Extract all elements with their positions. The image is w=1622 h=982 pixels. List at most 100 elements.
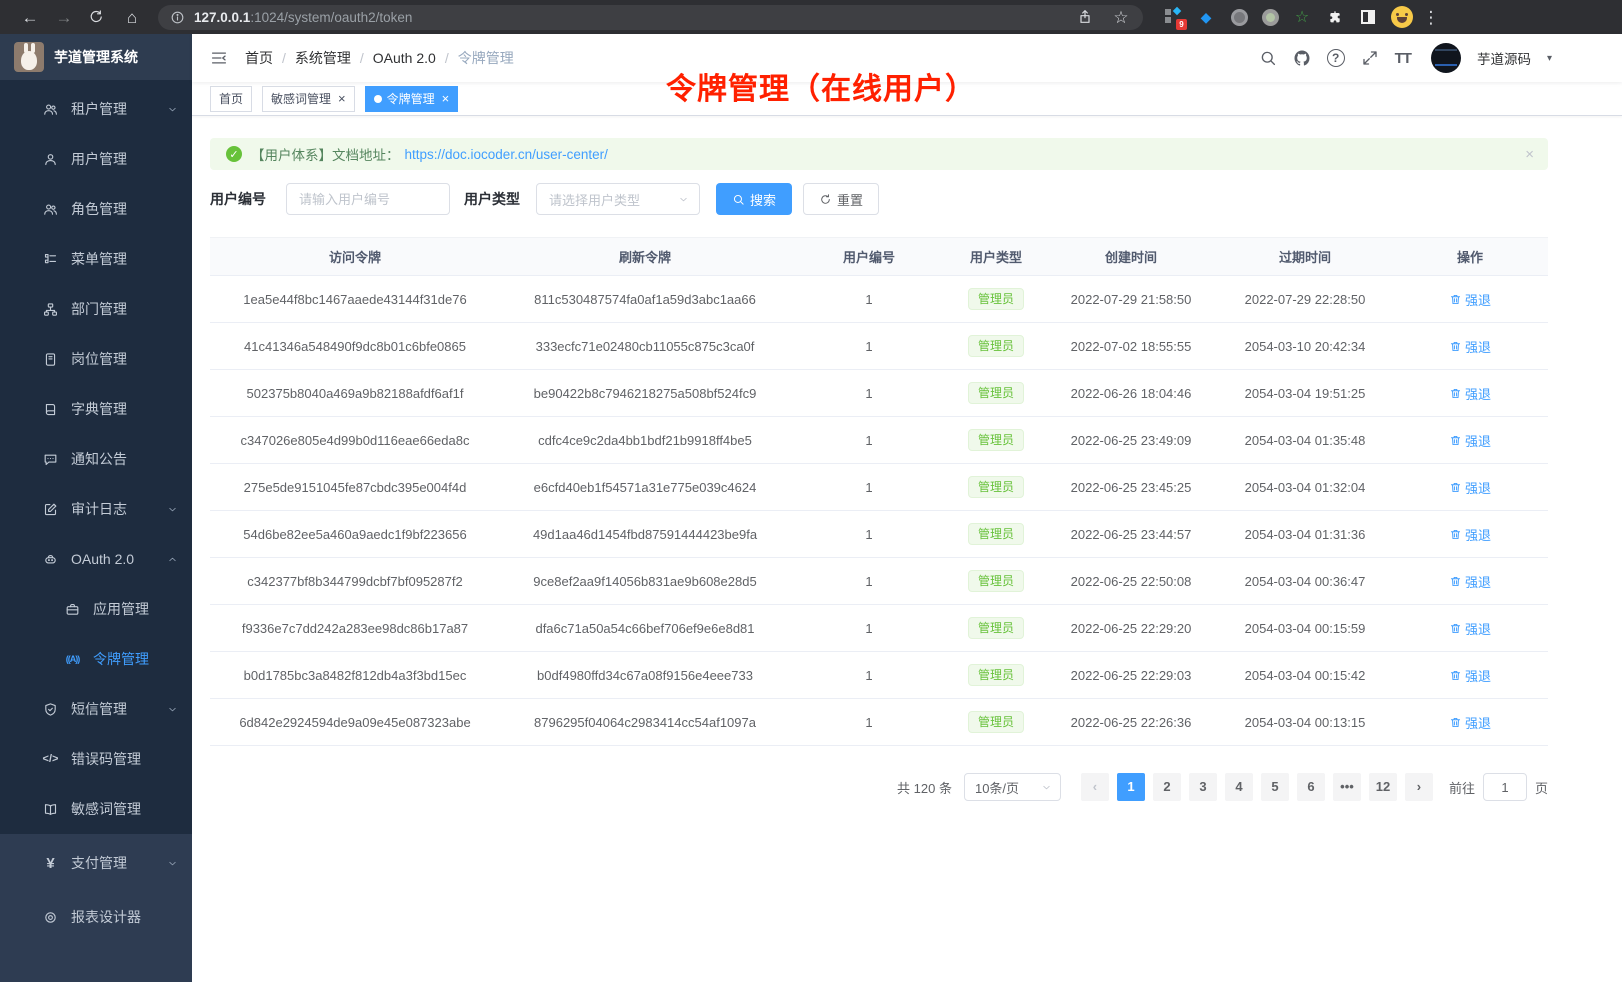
user-avatar[interactable]	[1431, 43, 1461, 73]
sidebar-item-pay[interactable]: ¥支付管理	[0, 836, 192, 890]
sidebar-item-report[interactable]: 报表设计器	[0, 890, 192, 944]
sidebar-item-sms[interactable]: 短信管理	[0, 684, 192, 734]
goto-page-input[interactable]	[1483, 773, 1527, 801]
user-type-select[interactable]: 请选择用户类型	[536, 183, 700, 215]
record-extension-icon[interactable]	[1262, 9, 1279, 26]
page-button-4[interactable]: 4	[1225, 773, 1253, 801]
access-token-cell: 41c41346a548490f9dc8b01c6bfe0865	[210, 323, 500, 370]
sidebar-item-dept[interactable]: 部门管理	[0, 284, 192, 334]
more-pages-icon[interactable]: •••	[1333, 773, 1361, 801]
sidebar-item-sensitive[interactable]: 敏感词管理	[0, 784, 192, 834]
table-header-row: 访问令牌刷新令牌用户编号用户类型创建时间过期时间操作	[210, 238, 1548, 276]
force-logout-button[interactable]: 强退	[1449, 290, 1491, 309]
force-logout-button[interactable]: 强退	[1449, 431, 1491, 450]
force-logout-button[interactable]: 强退	[1449, 384, 1491, 403]
blocks-extension-icon[interactable]: 9	[1163, 7, 1183, 27]
action-cell: 强退	[1392, 605, 1548, 652]
sidebar-item-dict[interactable]: 字典管理	[0, 384, 192, 434]
column-header: 操作	[1392, 238, 1548, 276]
trash-icon	[1449, 528, 1462, 541]
force-logout-button[interactable]: 强退	[1449, 337, 1491, 356]
splitview-icon[interactable]	[1358, 7, 1378, 27]
puzzle-extensions-icon[interactable]	[1325, 7, 1345, 27]
force-logout-button[interactable]: 强退	[1449, 572, 1491, 591]
force-logout-button[interactable]: 强退	[1449, 666, 1491, 685]
alert-close-icon[interactable]: ×	[1525, 146, 1534, 163]
github-icon[interactable]	[1293, 49, 1311, 67]
knob-extension-icon[interactable]	[1229, 7, 1249, 27]
share-icon[interactable]	[1077, 9, 1097, 25]
force-logout-label: 强退	[1465, 290, 1491, 309]
sidebar-item-post[interactable]: 岗位管理	[0, 334, 192, 384]
user-menu-caret-icon[interactable]: ▾	[1547, 53, 1552, 64]
audit-log-icon	[42, 502, 59, 517]
forward-icon[interactable]: →	[54, 9, 74, 26]
prev-page-button[interactable]: ‹	[1081, 773, 1109, 801]
search-icon[interactable]	[1259, 49, 1277, 67]
page-button-12[interactable]: 12	[1369, 773, 1397, 801]
sidebar-item-oauth2-token[interactable]: ((A))令牌管理	[0, 634, 192, 684]
home-icon[interactable]: ⌂	[122, 9, 142, 26]
sidebar-item-user[interactable]: 用户管理	[0, 134, 192, 184]
sidebar-item-errcode[interactable]: </>错误码管理	[0, 734, 192, 784]
user-name[interactable]: 芋道源码	[1477, 48, 1531, 68]
sidebar-item-menu[interactable]: 菜单管理	[0, 234, 192, 284]
sidebar-item-tenant[interactable]: 租户管理	[0, 84, 192, 134]
help-icon[interactable]: ?	[1327, 49, 1345, 67]
breadcrumb-item[interactable]: 首页	[245, 48, 273, 68]
tag-tab-0[interactable]: 首页	[210, 86, 252, 112]
goto-label: 前往	[1449, 778, 1475, 797]
app-logo-row[interactable]: 芋道管理系统	[0, 34, 192, 80]
browser-menu-icon[interactable]: ⋮	[1421, 9, 1441, 26]
chevron-down-icon	[167, 104, 178, 115]
page-button-6[interactable]: 6	[1297, 773, 1325, 801]
sidebar-item-notice[interactable]: 通知公告	[0, 434, 192, 484]
tab-close-icon[interactable]: ×	[338, 92, 346, 105]
breadcrumb-item[interactable]: 系统管理	[295, 48, 351, 68]
next-page-button[interactable]: ›	[1405, 773, 1433, 801]
user-id-input[interactable]	[286, 183, 450, 215]
url-host: 127.0.0.1	[194, 10, 250, 25]
sidebar-item-role[interactable]: 角色管理	[0, 184, 192, 234]
role-users-icon	[42, 202, 59, 217]
column-header: 访问令牌	[210, 238, 500, 276]
tags-view-bar: 首页敏感词管理× 令牌管理×	[192, 82, 1622, 116]
site-info-icon[interactable]	[170, 10, 185, 25]
page-size-select[interactable]: 10条/页	[964, 773, 1061, 801]
fullscreen-icon[interactable]	[1361, 49, 1379, 67]
bookmark-star-icon[interactable]: ☆	[1111, 9, 1131, 26]
main-area: 首页/系统管理/OAuth 2.0/令牌管理 ? TT 芋道源码 ▾ 首页敏感词…	[192, 34, 1622, 982]
force-logout-button[interactable]: 强退	[1449, 713, 1491, 732]
reload-icon[interactable]	[88, 9, 108, 25]
refresh-token-cell: 333ecfc71e02480cb11055c875c3ca0f	[500, 323, 790, 370]
force-logout-button[interactable]: 强退	[1449, 478, 1491, 497]
reset-button[interactable]: 重置	[803, 183, 879, 215]
user-type-cell: 管理员	[948, 323, 1044, 370]
breadcrumb-item[interactable]: OAuth 2.0	[373, 50, 436, 66]
browser-profile-avatar[interactable]	[1391, 6, 1413, 28]
page-button-3[interactable]: 3	[1189, 773, 1217, 801]
doc-link[interactable]: https://doc.iocoder.cn/user-center/	[405, 147, 608, 162]
force-logout-button[interactable]: 强退	[1449, 619, 1491, 638]
search-button[interactable]: 搜索	[716, 183, 792, 215]
page-button-1[interactable]: 1	[1117, 773, 1145, 801]
page-button-2[interactable]: 2	[1153, 773, 1181, 801]
sidebar-collapse-icon[interactable]	[210, 49, 228, 67]
sidebar-item-audit[interactable]: 审计日志	[0, 484, 192, 534]
sidebar-item-oauth2-app[interactable]: 应用管理	[0, 584, 192, 634]
star-extension-icon[interactable]: ☆	[1292, 7, 1312, 27]
table-row: 1ea5e44f8bc1467aaede43144f31de76 811c530…	[210, 276, 1548, 323]
address-bar[interactable]: 127.0.0.1:1024/system/oauth2/token ☆	[158, 5, 1143, 30]
force-logout-button[interactable]: 强退	[1449, 525, 1491, 544]
tag-tab-1[interactable]: 敏感词管理×	[262, 86, 355, 112]
back-icon[interactable]: ←	[20, 9, 40, 26]
font-size-icon[interactable]: TT	[1395, 50, 1411, 67]
token-signal-icon: ((A))	[64, 654, 81, 664]
gem-extension-icon[interactable]: ◆	[1196, 7, 1216, 27]
sidebar-item-oauth2[interactable]: OAuth 2.0	[0, 534, 192, 584]
active-tab-dot	[374, 95, 382, 103]
access-token-cell: f9336e7c7dd242a283ee98dc86b17a87	[210, 605, 500, 652]
page-button-5[interactable]: 5	[1261, 773, 1289, 801]
tab-close-icon[interactable]: ×	[442, 92, 450, 105]
tag-tab-2[interactable]: 令牌管理×	[365, 86, 459, 112]
